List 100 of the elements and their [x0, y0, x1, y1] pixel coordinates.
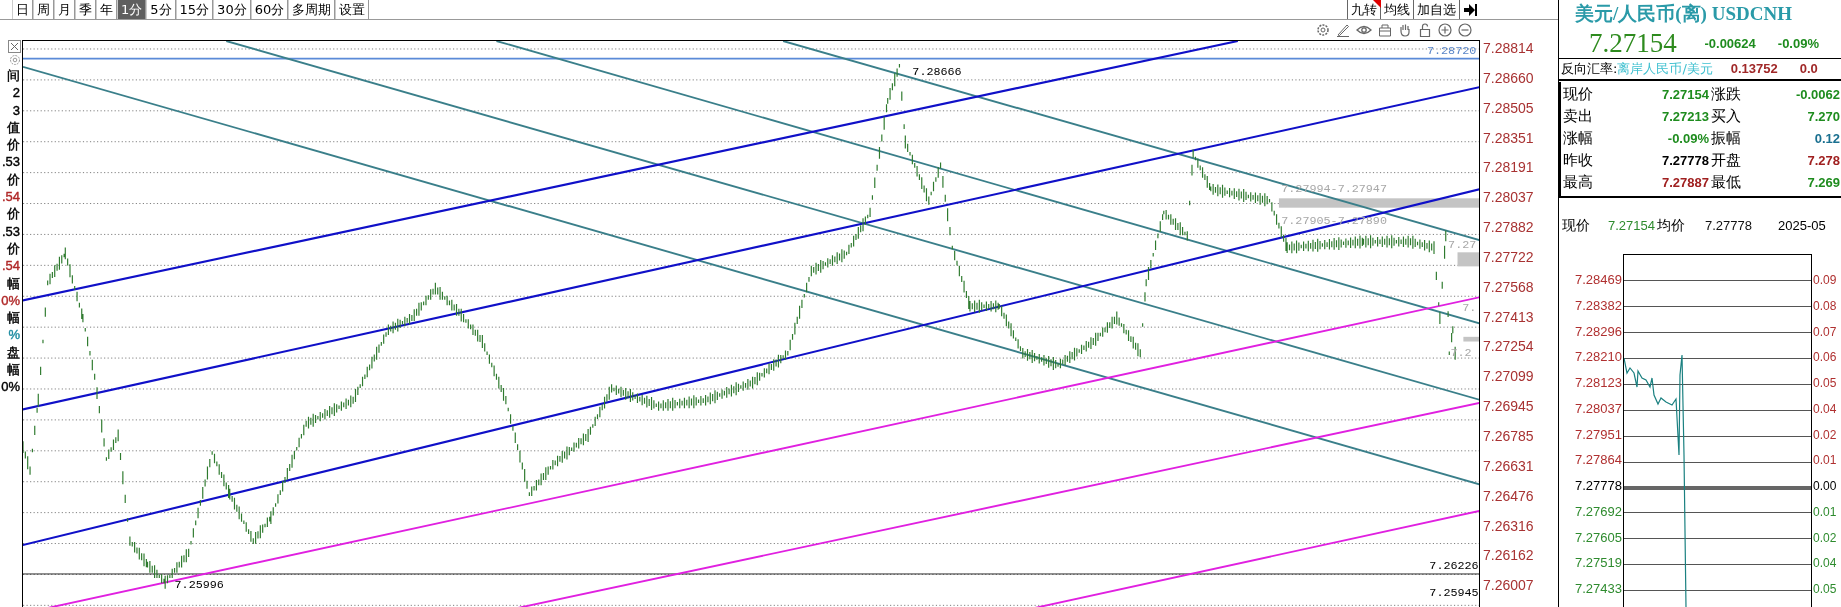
lock-icon[interactable] [1418, 23, 1432, 37]
info-text: 2 [12, 84, 20, 102]
current-price: 7.27154 [1589, 27, 1678, 59]
axis-label: 0.00 [1813, 478, 1838, 496]
collapse-panel-icon[interactable] [1462, 1, 1478, 18]
toolbar-button[interactable]: 加自选 [1414, 0, 1460, 19]
axis-label: 7.26631 [1483, 457, 1535, 476]
stat-value: 0.12 [1813, 131, 1840, 147]
axis-label: 7.28123 [1575, 375, 1622, 393]
axis-label: 7.27951 [1575, 426, 1622, 444]
axis-label: 7.28210 [1575, 349, 1622, 367]
info-text: 值 [7, 118, 20, 137]
eye-icon[interactable] [1356, 23, 1372, 37]
axis-label: 7.28469 [1575, 272, 1622, 289]
stat-label: 现价 [1562, 85, 1594, 105]
stat-label: 涨幅 [1562, 129, 1594, 149]
info-text: 盘 [7, 343, 20, 362]
axis-label: 7.27433 [1575, 581, 1622, 599]
axis-label: 7.28191 [1483, 159, 1535, 178]
period-tab[interactable]: 1分 [117, 0, 147, 19]
axis-label: 7.27099 [1483, 368, 1535, 387]
change-percent: -0.09% [1777, 35, 1819, 51]
price-label: 7.27 [1448, 237, 1477, 252]
info-text: 幅 [7, 309, 20, 327]
date-text: 2025-05 [1778, 218, 1826, 234]
axis-label: 0.02 [1813, 426, 1838, 444]
instrument-title: 美元/人民币(离) USDCNH [1574, 2, 1793, 26]
period-tab[interactable]: 5分 [146, 0, 176, 19]
stat-value: 7.270 [1806, 109, 1840, 125]
info-text: 间 [7, 67, 20, 85]
axis-label: 7.27722 [1483, 248, 1535, 267]
period-tab[interactable]: 设置 [335, 0, 370, 19]
average-price: 7.27778 [1705, 218, 1752, 234]
info-text: 幅 [7, 274, 20, 292]
period-tab[interactable]: 周 [33, 0, 54, 19]
stat-value: -0.0062 [1794, 87, 1840, 103]
pen-icon[interactable] [1336, 23, 1350, 37]
stat-label: 涨跌 [1711, 85, 1742, 105]
period-tab[interactable]: 月 [54, 0, 75, 19]
stat-label: 卖出 [1562, 107, 1594, 127]
axis-label: 7.27568 [1483, 278, 1535, 297]
close-icon[interactable] [8, 40, 21, 53]
toolbar-button[interactable]: 均线 [1381, 0, 1414, 19]
stat-label: 最高 [1562, 173, 1594, 193]
period-tab[interactable]: 日 [12, 0, 33, 19]
stat-value: 7.27154 [1661, 87, 1709, 103]
axis-label: 7.28660 [1483, 69, 1535, 88]
period-tab[interactable]: 15分 [175, 0, 214, 19]
price-label: 7.28666 [912, 65, 962, 80]
stat-value: 7.27778 [1661, 153, 1709, 169]
axis-label: 7.26785 [1483, 427, 1535, 446]
axis-label: 7.28296 [1575, 323, 1622, 341]
info-text: 价 [7, 136, 20, 154]
info-text: .54 [1, 188, 20, 206]
info-text: 3 [12, 101, 20, 119]
period-tab[interactable]: 30分 [213, 0, 251, 19]
stat-label: 最低 [1711, 173, 1742, 193]
axis-label: 0.05 [1813, 581, 1838, 599]
period-tab[interactable]: 季 [75, 0, 96, 19]
info-text: 价 [7, 170, 20, 189]
period-tab[interactable]: 年 [96, 0, 117, 19]
axis-label: 7.26316 [1483, 517, 1535, 536]
current-price: 7.27154 [1608, 218, 1655, 234]
axis-label: 7.27692 [1575, 503, 1622, 521]
axis-label: 7.26476 [1483, 487, 1535, 506]
price-label: 7.25996 [174, 578, 224, 593]
info-text: 幅 [7, 361, 20, 379]
axis-label: 0.09 [1813, 272, 1838, 289]
axis-label: 7.26945 [1483, 398, 1535, 417]
price-label: 7.26226 [1429, 559, 1479, 574]
zoom-in-icon[interactable] [1438, 23, 1452, 37]
axis-label: 7.27882 [1483, 219, 1535, 238]
axis-label: 7.27605 [1575, 529, 1622, 547]
price-band [1463, 336, 1479, 342]
toolbar-button[interactable]: 九转 [1348, 0, 1381, 19]
axis-label: 0.08 [1813, 297, 1838, 315]
price-change: -0.00624 [1704, 35, 1756, 51]
info-text: .53 [1, 222, 20, 240]
axis-label: 7.27413 [1483, 308, 1535, 327]
info-text: 价 [7, 205, 20, 223]
axis-label: 0.04 [1813, 400, 1838, 418]
axis-label: 0.02 [1813, 529, 1838, 547]
hand-icon[interactable] [1398, 23, 1412, 37]
price-label: 7. [1462, 301, 1477, 315]
settings-icon[interactable] [1316, 23, 1330, 37]
info-text: 0% [1, 291, 20, 310]
axis-label: 7.27254 [1483, 338, 1535, 357]
period-tab[interactable]: 多周期 [288, 0, 336, 19]
axis-label: 7.28505 [1483, 99, 1535, 118]
period-tab[interactable]: 60分 [250, 0, 289, 19]
stat-value: 7.27213 [1661, 109, 1709, 125]
info-text: .54 [1, 257, 20, 275]
axis-label: 7.27778 [1575, 478, 1622, 496]
info-text: 价 [7, 239, 20, 258]
stat-label: 振幅 [1711, 129, 1742, 149]
stat-label: 昨收 [1562, 151, 1594, 171]
info-text: 0% [1, 378, 20, 396]
basket-icon[interactable] [1378, 23, 1392, 37]
zoom-out-icon[interactable] [1458, 23, 1472, 37]
axis-label: 7.26007 [1483, 577, 1535, 596]
